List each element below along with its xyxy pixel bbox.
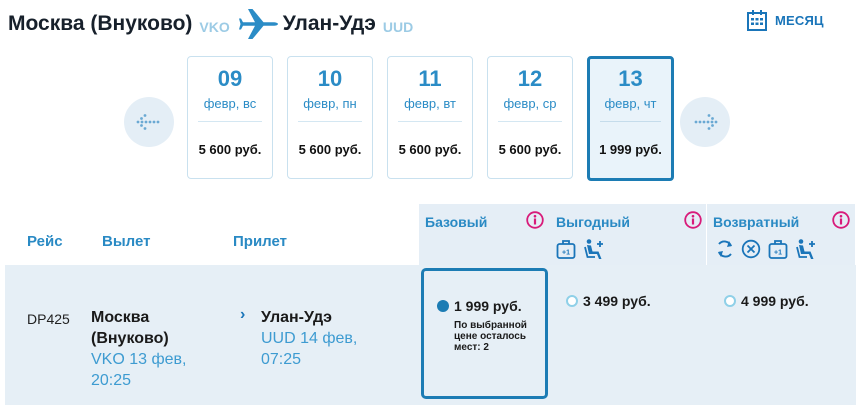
- svg-text:+1: +1: [774, 250, 782, 257]
- date-price: 5 600 руб.: [498, 142, 562, 157]
- date-weekday: февр, ср: [503, 96, 557, 111]
- svg-text:+1: +1: [562, 250, 570, 257]
- destination-city: Улан-Удэ: [282, 12, 376, 35]
- fare-option-return[interactable]: 4 999 руб.: [724, 293, 809, 309]
- arrow-left-icon: [136, 114, 160, 130]
- fare-header-base[interactable]: Базовый: [419, 204, 550, 266]
- fare-price: 3 499 руб.: [583, 293, 651, 309]
- fare-title: Базовый: [425, 214, 488, 230]
- radio-unselected[interactable]: [566, 295, 578, 307]
- fare-header-return[interactable]: Возвратный +1: [707, 204, 855, 266]
- date-card[interactable]: 11 февр, вт 5 600 руб.: [387, 56, 473, 179]
- date-price: 5 600 руб.: [398, 142, 462, 157]
- date-card-selected[interactable]: 13 февр, чт 1 999 руб.: [587, 56, 674, 181]
- chevron-right-icon: ›: [240, 306, 246, 323]
- date-day: 13: [618, 66, 643, 91]
- seats-left-note: По выбранной цене осталось мест: 2: [454, 320, 527, 353]
- fare-title: Выгодный: [556, 214, 630, 230]
- date-price: 5 600 руб.: [198, 142, 262, 157]
- origin-code: VKO: [199, 18, 230, 35]
- date-divider: [498, 121, 562, 122]
- departure-date: VKO 13 фев,: [91, 351, 187, 368]
- flight-number: DP425: [27, 311, 70, 327]
- arrival-city: Улан-Удэ: [261, 309, 332, 326]
- exchange-icon: [718, 240, 732, 258]
- date-divider: [198, 121, 262, 122]
- departure-time: 20:25: [91, 372, 132, 389]
- date-price: 1 999 руб.: [599, 142, 662, 157]
- fare-price: 1 999 руб.: [454, 298, 522, 314]
- date-card[interactable]: 09 февр, вс 5 600 руб.: [187, 56, 273, 179]
- departure-city: Москва: [91, 309, 150, 326]
- info-icon[interactable]: [684, 211, 702, 229]
- extra-baggage-icon: +1: [768, 240, 788, 259]
- route-header: Москва (Внуково) VKO Улан-Удэ UUD: [8, 8, 413, 40]
- date-weekday: февр, вс: [203, 96, 257, 111]
- date-card[interactable]: 10 февр, пн 5 600 руб.: [287, 56, 373, 179]
- fare-option-advantageous[interactable]: 3 499 руб.: [566, 293, 651, 309]
- prev-dates-button[interactable]: [124, 97, 174, 147]
- month-view-button[interactable]: МЕСЯЦ: [747, 10, 824, 31]
- arrival-date: UUD 14 фев,: [261, 330, 358, 347]
- column-header-arrival: Прилет: [233, 233, 287, 250]
- date-weekday: февр, вт: [404, 96, 456, 111]
- date-price: 5 600 руб.: [298, 142, 362, 157]
- date-divider: [600, 121, 661, 122]
- calendar-icon: [747, 10, 767, 31]
- date-weekday: февр, чт: [604, 96, 657, 111]
- origin-city: Москва (Внуково): [8, 12, 193, 35]
- seat-selection-icon: [796, 239, 815, 259]
- next-dates-button[interactable]: [680, 97, 730, 147]
- radio-unselected[interactable]: [724, 295, 736, 307]
- date-divider: [398, 121, 462, 122]
- date-day: 10: [317, 66, 343, 91]
- date-weekday: февр, пн: [303, 96, 357, 111]
- column-header-departure: Вылет: [102, 233, 151, 250]
- date-day: 09: [217, 66, 243, 91]
- extra-baggage-icon: +1: [556, 240, 576, 259]
- date-day: 11: [418, 66, 442, 91]
- arrow-right-icon: [694, 114, 718, 130]
- departure-airport: (Внуково): [91, 330, 169, 347]
- refund-cancel-icon: [741, 239, 761, 259]
- seat-selection-icon: [584, 239, 603, 259]
- arrival-time: 07:25: [261, 351, 302, 368]
- date-card[interactable]: 12 февр, ср 5 600 руб.: [487, 56, 573, 179]
- fare-title: Возвратный: [713, 214, 800, 230]
- date-day: 12: [517, 66, 543, 91]
- column-header-flight: Рейс: [27, 233, 63, 250]
- date-divider: [298, 121, 362, 122]
- destination-code: UUD: [382, 18, 414, 35]
- airplane-icon: [238, 9, 278, 39]
- info-icon[interactable]: [526, 211, 544, 229]
- fare-price: 4 999 руб.: [741, 293, 809, 309]
- fare-option-base-selected[interactable]: 1 999 руб. По выбранной цене осталось ме…: [421, 268, 548, 399]
- departure-info: Москва (Внуково) VKO 13 фев, 20:25: [91, 307, 186, 391]
- arrival-info: Улан-Удэ UUD 14 фев, 07:25: [261, 307, 357, 370]
- info-icon[interactable]: [832, 211, 850, 229]
- fare-header-advantageous[interactable]: Выгодный +1: [550, 204, 706, 266]
- radio-selected[interactable]: [437, 300, 449, 312]
- month-label: МЕСЯЦ: [775, 13, 824, 28]
